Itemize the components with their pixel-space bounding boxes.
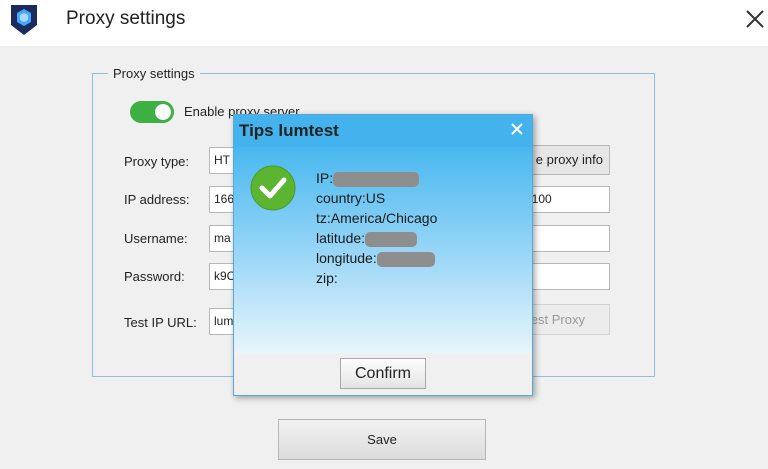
dialog-close-icon[interactable]	[510, 122, 524, 136]
save-button[interactable]: Save	[278, 419, 486, 460]
title-bar: Proxy settings	[0, 0, 768, 46]
redacted-ip	[333, 171, 420, 187]
confirm-button[interactable]: Confirm	[340, 358, 426, 389]
dialog-header: Tips lumtest	[234, 115, 532, 147]
redacted-latitude	[365, 231, 418, 247]
proxy-type-label: Proxy type:	[124, 154, 190, 169]
test-proxy-button[interactable]: est Proxy	[520, 304, 610, 335]
success-check-icon	[250, 165, 296, 211]
tips-dialog: Tips lumtest IP: country:US tz:America/C…	[233, 114, 533, 396]
country-value: country:US	[316, 190, 386, 206]
password-input-right[interactable]	[520, 263, 610, 290]
toggle-knob	[155, 104, 171, 120]
redacted-longitude	[376, 251, 435, 267]
test-ip-url-label: Test IP URL:	[124, 315, 197, 330]
username-label: Username:	[124, 231, 188, 246]
username-input-right[interactable]	[520, 225, 610, 252]
close-icon[interactable]	[744, 8, 766, 30]
longitude-label: longitude:	[316, 250, 377, 266]
timezone-value: tz:America/Chicago	[316, 210, 438, 226]
ip-address-label: IP address:	[124, 192, 190, 207]
dialog-title: Tips lumtest	[239, 121, 339, 140]
zip-label: zip:	[316, 270, 338, 286]
app-logo-icon	[11, 5, 37, 35]
enable-proxy-toggle[interactable]	[130, 101, 174, 123]
window-title: Proxy settings	[66, 8, 186, 29]
ip-field-label: IP:	[316, 170, 334, 186]
proxy-info-text: IP: country:US tz:America/Chicago latitu…	[316, 168, 437, 288]
group-legend: Proxy settings	[108, 66, 200, 81]
password-label: Password:	[124, 269, 185, 284]
proxy-info-button[interactable]: e proxy info	[520, 145, 610, 175]
latitude-label: latitude:	[316, 230, 366, 246]
port-input[interactable]: 0100	[520, 186, 610, 213]
